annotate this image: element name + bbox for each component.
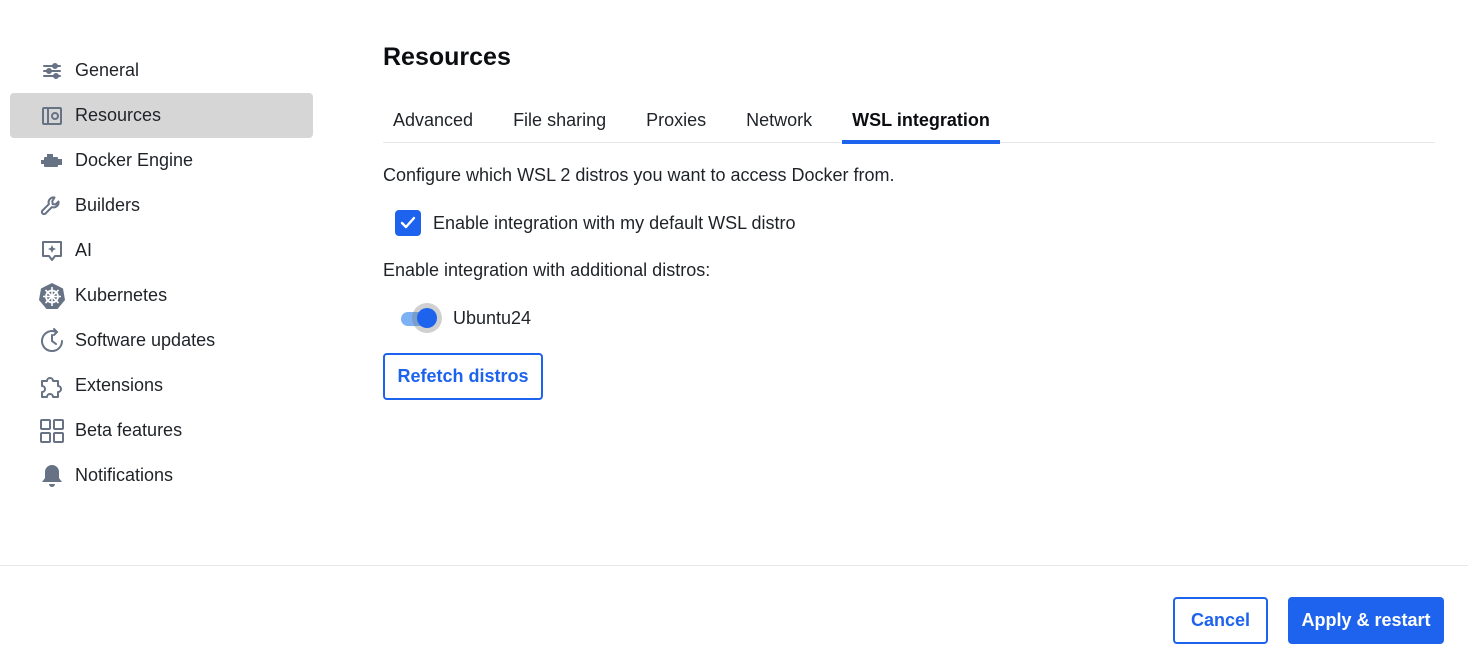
sidebar-item-extensions[interactable]: Extensions [10,363,313,408]
sidebar-item-label: Software updates [75,330,216,350]
grid-icon [38,417,66,445]
sidebar-item-label: General [75,60,140,80]
sidebar-item-label: Beta features [75,420,183,440]
tab-wsl-integration[interactable]: WSL integration [842,98,1000,144]
page-title: Resources [383,43,511,71]
kubernetes-icon [38,282,66,310]
wrench-icon [38,192,66,220]
checkmark-icon [400,216,416,229]
default-distro-checkbox[interactable] [395,210,421,236]
sidebar-item-label: Extensions [75,375,164,395]
sidebar-item-resources[interactable]: Resources [10,93,313,138]
settings-footer: Cancel Apply & restart [0,565,1468,652]
distro-list-item: Ubuntu24 [399,302,531,334]
wsl-description: Configure which WSL 2 distros you want t… [383,165,895,185]
tab-bar: Advanced File sharing Proxies Network WS… [383,98,1435,144]
tab-network[interactable]: Network [736,98,822,143]
sidebar-item-label: Notifications [75,465,174,485]
refetch-distros-button[interactable]: Refetch distros [383,353,543,400]
ubuntu24-toggle[interactable] [399,302,442,334]
sidebar-item-builders[interactable]: Builders [10,183,313,228]
settings-sidebar: General Resources Docker Engine Builders… [10,48,313,498]
tab-proxies[interactable]: Proxies [636,98,716,143]
default-distro-option: Enable integration with my default WSL d… [395,210,796,236]
sliders-icon [38,57,66,85]
sidebar-item-notifications[interactable]: Notifications [10,453,313,498]
sidebar-item-general[interactable]: General [10,48,313,93]
default-distro-label: Enable integration with my default WSL d… [433,212,796,233]
ai-icon [38,237,66,265]
sidebar-item-docker-engine[interactable]: Docker Engine [10,138,313,183]
sidebar-item-beta-features[interactable]: Beta features [10,408,313,453]
additional-distros-label: Enable integration with additional distr… [383,260,711,280]
apply-restart-button[interactable]: Apply & restart [1288,597,1444,644]
distro-name: Ubuntu24 [453,307,532,328]
sidebar-item-label: Docker Engine [75,150,194,170]
sidebar-item-label: Resources [75,105,162,125]
sidebar-item-kubernetes[interactable]: Kubernetes [10,273,313,318]
clock-update-icon [38,327,66,355]
sidebar-item-label: Builders [75,195,141,215]
settings-window: General Resources Docker Engine Builders… [0,0,1468,652]
tab-file-sharing[interactable]: File sharing [503,98,616,143]
sidebar-item-label: Kubernetes [75,285,168,305]
engine-icon [38,147,66,175]
cancel-button[interactable]: Cancel [1173,597,1268,644]
puzzle-icon [38,372,66,400]
sidebar-item-label: AI [75,240,93,260]
resources-icon [38,102,66,130]
toggle-thumb [417,308,437,328]
tab-advanced[interactable]: Advanced [383,98,483,143]
bell-icon [38,462,66,490]
sidebar-item-ai[interactable]: AI [10,228,313,273]
sidebar-item-software-updates[interactable]: Software updates [10,318,313,363]
